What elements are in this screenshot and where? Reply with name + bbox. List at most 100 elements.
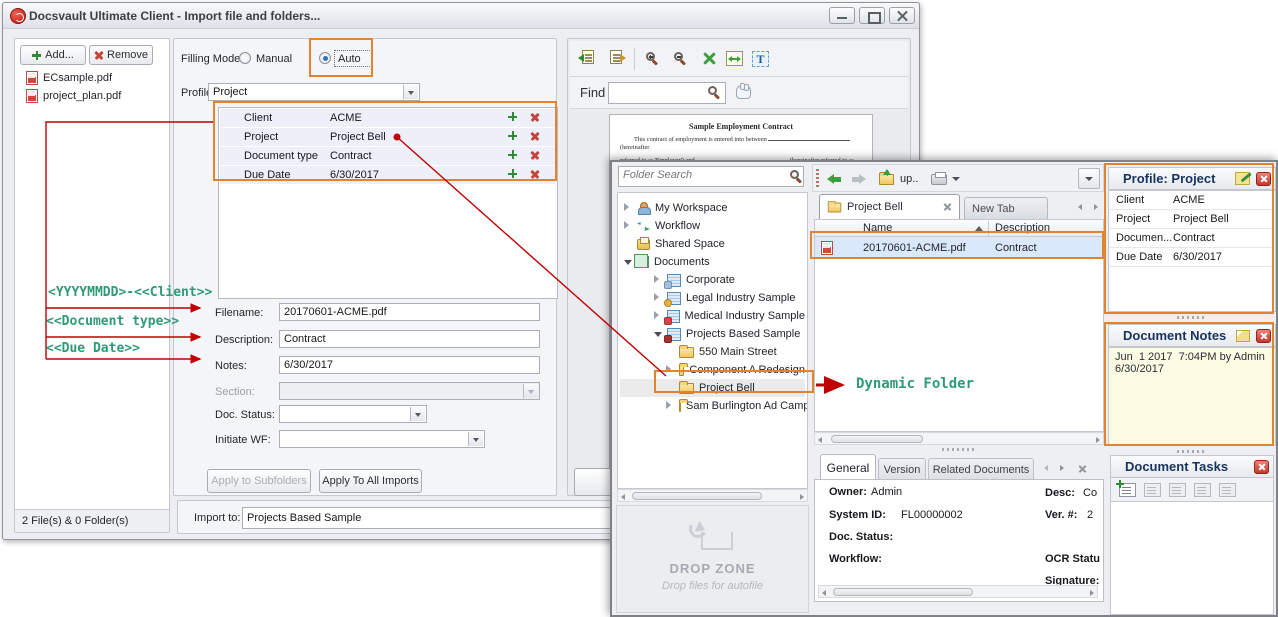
zoom-in-icon[interactable] <box>646 52 655 61</box>
preview-printer-icon[interactable] <box>931 174 947 185</box>
profile-row-document-type[interactable]: Documen...Contract <box>1110 229 1274 248</box>
new-task-icon[interactable] <box>1119 483 1136 497</box>
profile-panel-header[interactable]: Profile: Project <box>1108 167 1276 190</box>
profile-select-arrow-icon[interactable] <box>403 85 418 99</box>
file-row-selected[interactable]: 20170601-ACME.pdf Contract <box>815 237 1103 259</box>
index-row-document-type[interactable]: Document type Contract <box>220 147 556 165</box>
tab-general[interactable]: General <box>820 454 876 480</box>
expander-icon[interactable] <box>654 311 659 319</box>
profile-select[interactable]: Project <box>208 83 420 101</box>
tree-item-documents[interactable]: Documents <box>620 253 805 271</box>
horizontal-splitter[interactable] <box>942 448 974 451</box>
scroll-right-icon[interactable] <box>800 494 804 500</box>
tree-item-sam-burlington[interactable]: Sam Burlington Ad Camp <box>620 397 805 415</box>
auto-radio[interactable] <box>319 52 331 64</box>
index-value[interactable]: 6/30/2017 <box>330 169 508 181</box>
up-label[interactable]: up.. <box>900 173 918 185</box>
tree-item-workflow[interactable]: Workflow <box>620 217 805 235</box>
tree-item-component-a-redesign[interactable]: Component A Redesign <box>620 361 805 379</box>
add-index-icon[interactable] <box>508 150 517 159</box>
zoom-out-icon[interactable] <box>674 52 683 61</box>
apply-to-subfolders-button[interactable]: Apply to Subfolders <box>207 469 311 493</box>
forward-icon[interactable] <box>852 175 866 184</box>
scrollbar-thumb[interactable] <box>831 435 923 443</box>
folder-search-box[interactable] <box>618 166 804 187</box>
import-title-bar[interactable]: Docsvault Ultimate Client - Import file … <box>3 3 919 29</box>
pan-hand-icon[interactable] <box>736 85 751 99</box>
info-tab-scroll-left-icon[interactable] <box>1044 465 1048 471</box>
profile-row-client[interactable]: ClientACME <box>1110 191 1274 210</box>
manual-radio[interactable] <box>239 52 251 64</box>
toolbar-overflow-button[interactable] <box>1078 168 1100 189</box>
apply-to-all-imports-button[interactable]: Apply To All Imports <box>319 469 422 493</box>
scroll-left-icon[interactable] <box>621 494 625 500</box>
up-folder-icon[interactable] <box>879 174 894 185</box>
expander-icon[interactable] <box>624 260 632 265</box>
expander-icon[interactable] <box>624 203 629 211</box>
index-row-project[interactable]: Project Project Bell <box>220 128 556 146</box>
file-list-item[interactable]: ECsample.pdf <box>26 71 112 85</box>
edit-profile-icon[interactable] <box>1235 172 1250 185</box>
tree-item-corporate[interactable]: Corporate <box>620 271 805 289</box>
scroll-right-icon[interactable] <box>1096 437 1100 443</box>
column-header-description[interactable]: Description <box>995 222 1050 234</box>
tab-scroll-right-icon[interactable] <box>1094 204 1098 210</box>
fit-page-icon[interactable] <box>702 51 717 66</box>
index-value[interactable]: Project Bell <box>330 131 508 143</box>
tab-project-bell[interactable]: Project Bell <box>819 194 960 219</box>
profile-row-due-date[interactable]: Due Date6/30/2017 <box>1110 248 1274 267</box>
remove-index-icon[interactable] <box>530 150 539 159</box>
info-tab-scroll-right-icon[interactable] <box>1060 465 1064 471</box>
column-header-name[interactable]: Name <box>863 222 892 234</box>
initiate-wf-select-arrow-icon[interactable] <box>468 432 483 446</box>
file-list-item[interactable]: project_plan.pdf <box>26 89 121 103</box>
doc-status-select[interactable] <box>279 405 427 423</box>
task-history-icon[interactable] <box>1219 483 1236 497</box>
column-divider[interactable] <box>988 221 989 236</box>
tree-item-my-workspace[interactable]: My Workspace <box>620 199 805 217</box>
add-index-icon[interactable] <box>508 112 517 121</box>
filename-input[interactable]: 20170601-ACME.pdf <box>279 303 540 321</box>
expander-icon[interactable] <box>666 365 671 373</box>
add-index-icon[interactable] <box>508 169 517 178</box>
maximize-button[interactable] <box>859 7 885 24</box>
printer-dropdown-icon[interactable] <box>952 177 960 181</box>
index-value[interactable]: Contract <box>330 150 508 162</box>
notes-panel-header[interactable]: Document Notes <box>1108 324 1276 347</box>
tab-version[interactable]: Version <box>878 458 926 480</box>
expander-icon[interactable] <box>624 221 629 229</box>
export-page-icon[interactable] <box>610 50 622 64</box>
delete-task-icon[interactable] <box>1169 483 1186 497</box>
notes-input[interactable]: 6/30/2017 <box>279 356 540 374</box>
tree-item-project-bell[interactable]: Project Bell <box>620 379 805 397</box>
add-index-icon[interactable] <box>508 131 517 140</box>
notes-panel-body[interactable]: Jun 1 2017 7:04PM by Admin 6/30/2017 <box>1108 347 1276 446</box>
index-row-due-date[interactable]: Due Date 6/30/2017 <box>220 166 556 184</box>
description-input[interactable]: Contract <box>279 330 540 348</box>
auto-radio-label[interactable]: Auto <box>338 53 361 65</box>
tasks-panel-header[interactable]: Document Tasks <box>1110 455 1274 478</box>
note-icon[interactable] <box>1236 330 1250 342</box>
complete-task-icon[interactable] <box>1194 483 1211 497</box>
edit-task-icon[interactable] <box>1144 483 1161 497</box>
tab-related-documents[interactable]: Related Documents <box>928 458 1034 480</box>
manual-radio-label[interactable]: Manual <box>256 53 292 65</box>
tree-item-shared-space[interactable]: Shared Space <box>620 235 805 253</box>
add-button[interactable]: Add... <box>20 45 86 65</box>
remove-index-icon[interactable] <box>530 169 539 178</box>
tree-item-legal-industry-sample[interactable]: Legal Industry Sample <box>620 289 805 307</box>
tab-close-icon[interactable] <box>943 203 952 212</box>
tree-item-projects-based-sample[interactable]: Projects Based Sample <box>620 325 805 343</box>
scroll-left-icon[interactable] <box>818 437 822 443</box>
find-search-icon[interactable] <box>708 86 717 95</box>
tree-horizontal-scrollbar[interactable] <box>617 489 808 502</box>
notes-close-icon[interactable] <box>1256 329 1271 343</box>
info-horizontal-scrollbar[interactable] <box>818 585 1098 598</box>
tree-item-550-main-street[interactable]: 550 Main Street <box>620 343 805 361</box>
folder-search-icon[interactable] <box>790 170 799 179</box>
remove-index-icon[interactable] <box>530 112 539 121</box>
tab-new-tab[interactable]: New Tab <box>964 197 1048 219</box>
index-row-client[interactable]: Client ACME <box>220 109 556 127</box>
profile-close-icon[interactable] <box>1256 172 1271 186</box>
index-value[interactable]: ACME <box>330 112 508 124</box>
